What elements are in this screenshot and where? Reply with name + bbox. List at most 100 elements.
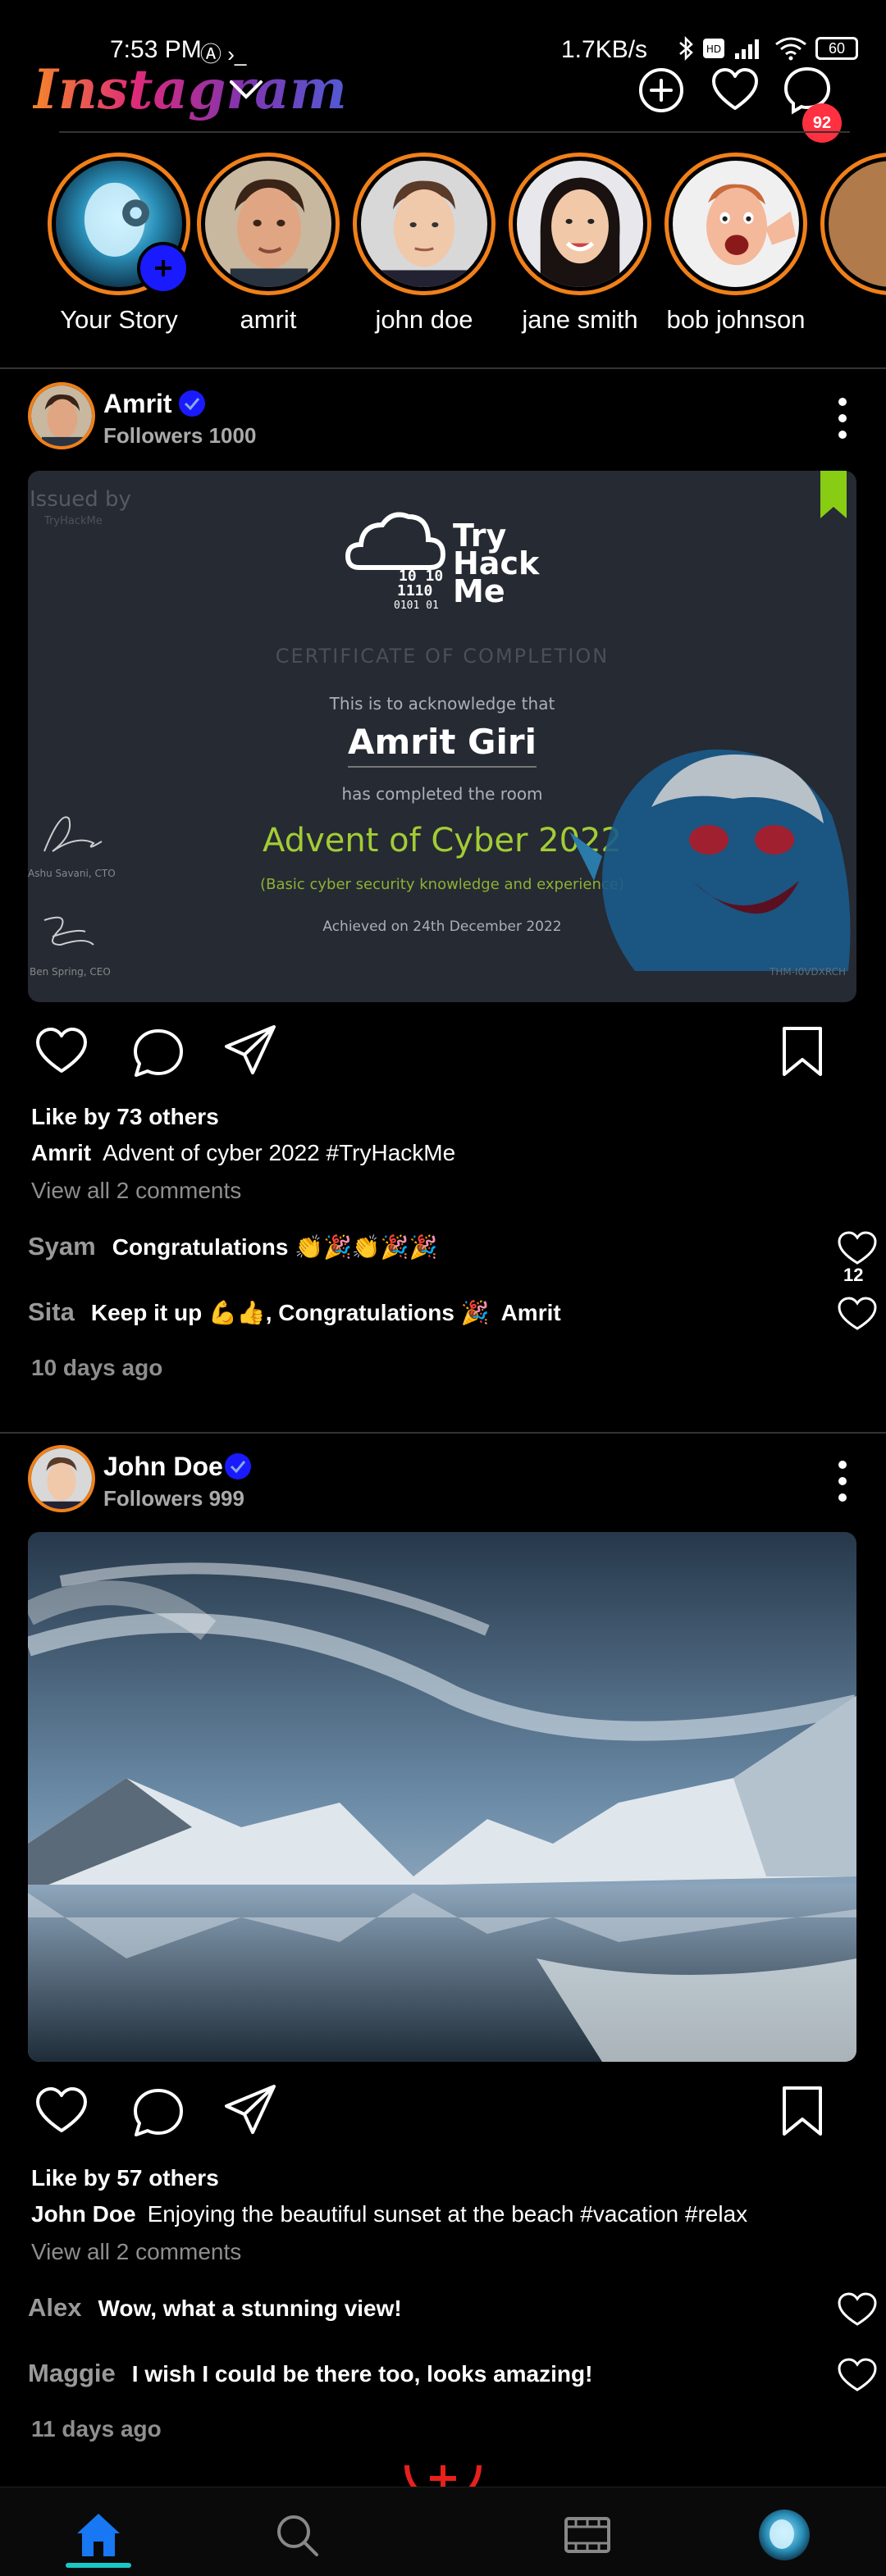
story-ring [197,153,340,295]
comment-mention[interactable]: Amrit [501,1300,561,1325]
comment-like-heart-icon[interactable] [837,2291,878,2328]
comment-like-count: 12 [843,1265,864,1285]
story-ring [353,153,496,295]
tryhackme-logo: 10 10 1110 0101 01 Try Hack Me [343,494,556,617]
share-send-icon[interactable] [223,1024,277,1078]
comment-like-heart-icon[interactable] [837,1230,878,1266]
create-post-icon[interactable] [635,64,687,116]
story-label: john doe [375,305,473,334]
story-ring [48,153,190,295]
post-followers: Followers 1000 [103,423,257,448]
add-story-button[interactable] [137,242,190,294]
like-heart-icon[interactable] [34,2085,89,2136]
story-label: jane smith [522,305,638,334]
story-ring [509,153,651,295]
comment-text: Congratulations 👏🎉👏🎉🎉 [112,1234,438,1260]
caption-text: Enjoying the beautiful sunset at the bea… [147,2201,748,2227]
post-username[interactable]: John Doe [103,1452,223,1482]
cert-signature-ceo: Ben Spring, CEO [30,966,111,978]
bookmark-ribbon-icon [820,471,847,518]
post-time-ago: 10 days ago [31,1355,163,1380]
comment-icon[interactable] [131,1027,185,1079]
story-label: bob johnson [666,305,806,334]
plus-icon [155,260,171,276]
certificate: Issued by TryHackMe 10 10 1110 0101 01 Try… [28,471,856,1002]
story-your-story[interactable]: Your Story [41,153,197,335]
post-caption: Amrit Advent of cyber 2022 #TryHackMe [31,1140,455,1166]
signature-icon [43,816,103,852]
view-all-comments-link[interactable]: View all 2 comments [31,1178,241,1204]
chevron-down-icon[interactable] [225,69,267,112]
logo-text: Try Hack Me [453,520,539,607]
likes-value: 73 others [116,1104,219,1129]
stories-divider [0,367,886,369]
comment-icon[interactable] [131,2086,185,2139]
comment-item: Maggie I wish I could be there too, looks… [28,2359,848,2388]
story-john-doe[interactable]: john doe [346,153,502,335]
verified-badge-icon [179,390,205,417]
comment-text: Keep it up 💪👍, Congratulations 🎉 [90,1300,490,1325]
post-image-certificate[interactable]: Issued by TryHackMe 10 10 1110 0101 01 Try… [28,471,856,1002]
comment-like-heart-icon[interactable] [837,2357,878,2393]
nav-active-indicator [66,2563,131,2568]
avatar [205,161,331,287]
comment-user[interactable]: Sita [28,1297,75,1326]
story-partial[interactable] [814,153,886,295]
more-options-icon[interactable] [830,394,855,443]
post-image-landscape[interactable] [28,1532,856,2062]
comment-text: Wow, what a stunning view! [98,2296,402,2321]
yeti-mascot-icon [569,749,851,971]
share-send-icon[interactable] [223,2083,277,2137]
like-heart-icon[interactable] [34,1025,89,1076]
comment-user[interactable]: Maggie [28,2359,116,2387]
avatar [361,161,487,287]
stories-tray: Your Story amrit john doe jane smith bob… [0,153,886,358]
post-time-ago: 11 days ago [31,2416,162,2442]
caption-user[interactable]: Amrit [31,1140,91,1165]
nav-reels[interactable] [555,2502,620,2568]
view-all-comments-link[interactable]: View all 2 comments [31,2239,241,2265]
likes-value: 57 others [116,2165,219,2191]
more-options-icon[interactable] [830,1457,855,1506]
comment-user[interactable]: Syam [28,1232,96,1261]
story-ring [664,153,807,295]
likes-prefix: Like by [31,2165,111,2191]
avatar [829,161,886,287]
save-bookmark-icon[interactable] [779,2085,825,2137]
home-icon [77,2514,120,2556]
story-label: Your Story [60,305,178,334]
post-caption: John Doe Enjoying the beautiful sunset at… [31,2201,747,2227]
caption-user[interactable]: John Doe [31,2201,136,2227]
cert-signature-cto: Ashu Savani, CTO [28,868,116,879]
avatar[interactable] [28,1445,95,1512]
story-ring [820,153,886,295]
comment-like-heart-icon[interactable] [837,1296,878,1332]
search-icon [277,2515,318,2556]
nav-search[interactable] [264,2502,330,2568]
comment-text: I wish I could be there too, looks amazi… [131,2361,593,2387]
cert-issued-by-sub: TryHackMe [44,515,103,527]
caption-text: Advent of cyber 2022 #TryHackMe [103,1140,456,1165]
nav-profile[interactable] [751,2502,817,2568]
avatar[interactable] [28,382,95,449]
story-bob-johnson[interactable]: bob johnson [658,153,814,335]
svg-text:1110: 1110 [397,582,432,600]
story-jane-smith[interactable]: jane smith [502,153,658,335]
heart-icon[interactable] [709,64,761,116]
likes-count[interactable]: Like by 73 others [31,1104,219,1130]
cert-issued-by: Issued by [30,487,131,512]
header-divider [59,131,850,133]
nav-home[interactable] [66,2502,131,2568]
profile-avatar [759,2510,810,2560]
comment-item: Syam Congratulations 👏🎉👏🎉🎉 [28,1232,848,1261]
likes-count[interactable]: Like by 57 others [31,2165,219,2191]
story-amrit[interactable]: amrit [190,153,346,335]
divider [348,766,537,768]
comment-user[interactable]: Alex [28,2293,81,2322]
app-header: Instagram 92 [0,49,886,143]
save-bookmark-icon[interactable] [779,1025,825,1078]
instagram-logo[interactable]: Instagram [33,57,347,121]
cert-title: CERTIFICATE OF COMPLETION [275,645,610,668]
likes-prefix: Like by [31,1104,111,1129]
post-username[interactable]: Amrit [103,389,172,419]
